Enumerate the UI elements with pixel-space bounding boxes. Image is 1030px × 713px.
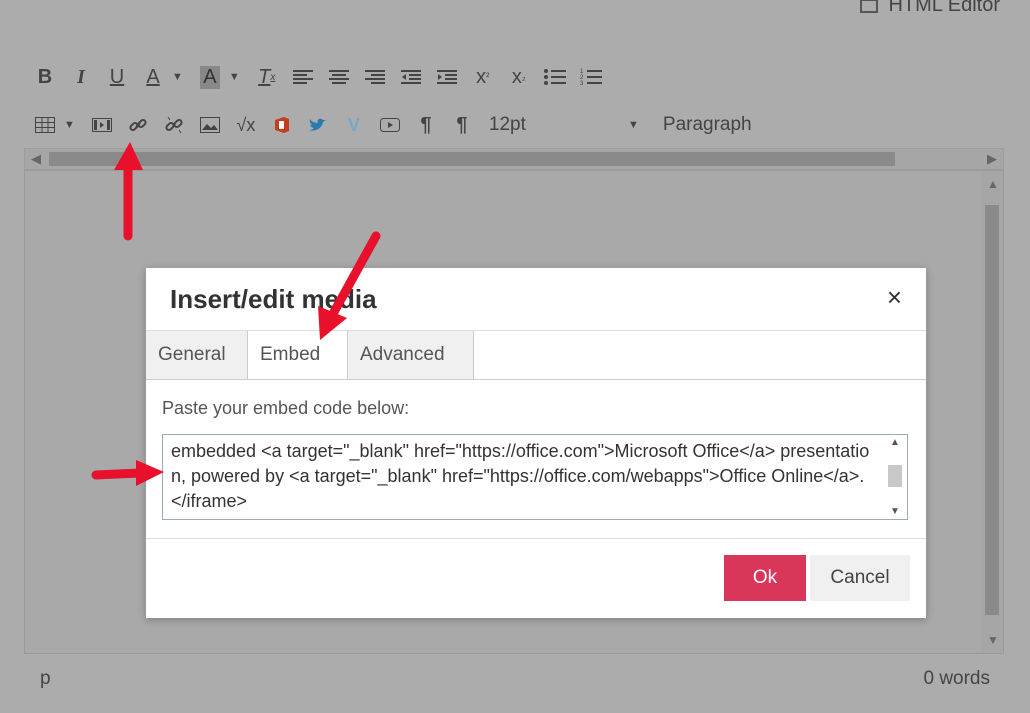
youtube-icon[interactable] bbox=[375, 110, 405, 140]
scroll-right-icon[interactable]: ▶ bbox=[987, 151, 997, 167]
word-count: 0 words bbox=[923, 668, 990, 689]
dialog-footer: Ok Cancel bbox=[146, 538, 926, 619]
cancel-button[interactable]: Cancel bbox=[810, 555, 910, 601]
superscript-icon[interactable]: x² bbox=[468, 62, 498, 92]
editor-header: HTML Editor bbox=[860, 0, 1000, 17]
toolbar-row-1: B I U A ▼ A ▼ Tx x² x₂ 123 bbox=[30, 62, 612, 92]
twitter-icon[interactable] bbox=[303, 110, 333, 140]
embed-code-textarea[interactable]: embedded <a target="_blank" href="https:… bbox=[162, 434, 908, 520]
embed-code-text: embedded <a target="_blank" href="https:… bbox=[171, 441, 870, 511]
unlink-icon[interactable] bbox=[159, 110, 189, 140]
tab-embed[interactable]: Embed bbox=[248, 331, 348, 379]
tab-advanced[interactable]: Advanced bbox=[348, 331, 474, 379]
chevron-down-icon: ▼ bbox=[628, 119, 639, 131]
horizontal-scrollbar[interactable]: ◀ ▶ bbox=[24, 148, 1004, 170]
chevron-down-icon[interactable]: ▼ bbox=[229, 71, 240, 83]
insert-media-dialog: Insert/edit media × General Embed Advanc… bbox=[146, 268, 926, 618]
format-select[interactable]: Paragraph bbox=[663, 114, 752, 136]
textarea-scrollbar[interactable]: ▲ ▼ bbox=[885, 437, 905, 517]
background-color-icon[interactable]: A bbox=[195, 62, 225, 92]
media-icon[interactable] bbox=[87, 110, 117, 140]
paste-embed-label: Paste your embed code below: bbox=[162, 398, 410, 418]
rtl-icon[interactable]: ¶ bbox=[447, 110, 477, 140]
bullet-list-icon[interactable] bbox=[540, 62, 570, 92]
numbered-list-icon[interactable]: 123 bbox=[576, 62, 606, 92]
scroll-left-icon[interactable]: ◀ bbox=[31, 151, 41, 167]
subscript-icon[interactable]: x₂ bbox=[504, 62, 534, 92]
element-path[interactable]: p bbox=[40, 668, 51, 690]
editor-title: HTML Editor bbox=[888, 0, 1000, 16]
underline-icon[interactable]: U bbox=[102, 62, 132, 92]
table-icon[interactable] bbox=[30, 110, 60, 140]
office-icon[interactable] bbox=[267, 110, 297, 140]
toolbar-row-2: ▼ √x V ¶ ¶ 12pt ▼ Paragraph bbox=[30, 110, 752, 140]
close-icon[interactable]: × bbox=[887, 282, 902, 313]
ok-button[interactable]: Ok bbox=[724, 555, 806, 601]
textarea-scroll-thumb[interactable] bbox=[888, 465, 902, 487]
image-icon[interactable] bbox=[195, 110, 225, 140]
chevron-down-icon[interactable]: ▼ bbox=[172, 71, 183, 83]
vertical-scrollbar[interactable]: ▲ ▼ bbox=[981, 171, 1003, 653]
tab-general[interactable]: General bbox=[146, 331, 248, 379]
align-center-icon[interactable] bbox=[324, 62, 354, 92]
dialog-title: Insert/edit media bbox=[170, 284, 377, 314]
svg-text:3: 3 bbox=[580, 81, 584, 86]
horizontal-scroll-thumb[interactable] bbox=[49, 152, 895, 166]
dialog-tabs: General Embed Advanced bbox=[146, 330, 926, 380]
ltr-icon[interactable]: ¶ bbox=[411, 110, 441, 140]
scroll-up-icon[interactable]: ▲ bbox=[890, 437, 900, 448]
font-size-value: 12pt bbox=[488, 114, 526, 135]
text-color-icon[interactable]: A bbox=[138, 62, 168, 92]
status-bar: p 0 words bbox=[24, 654, 1004, 704]
align-left-icon[interactable] bbox=[288, 62, 318, 92]
clear-formatting-icon[interactable]: Tx bbox=[252, 62, 282, 92]
scroll-up-icon[interactable]: ▲ bbox=[987, 177, 999, 191]
chevron-down-icon[interactable]: ▼ bbox=[64, 119, 75, 131]
scroll-down-icon[interactable]: ▼ bbox=[987, 633, 999, 647]
link-icon[interactable] bbox=[123, 110, 153, 140]
italic-icon[interactable]: I bbox=[66, 62, 96, 92]
vimeo-icon[interactable]: V bbox=[339, 110, 369, 140]
align-right-icon[interactable] bbox=[360, 62, 390, 92]
bold-icon[interactable]: B bbox=[30, 62, 60, 92]
font-size-select[interactable]: 12pt ▼ bbox=[489, 114, 639, 136]
vertical-scroll-thumb[interactable] bbox=[985, 205, 999, 615]
indent-icon[interactable] bbox=[432, 62, 462, 92]
editor-icon bbox=[860, 0, 879, 13]
scroll-down-icon[interactable]: ▼ bbox=[890, 506, 900, 517]
equation-icon[interactable]: √x bbox=[231, 110, 261, 140]
outdent-icon[interactable] bbox=[396, 62, 426, 92]
